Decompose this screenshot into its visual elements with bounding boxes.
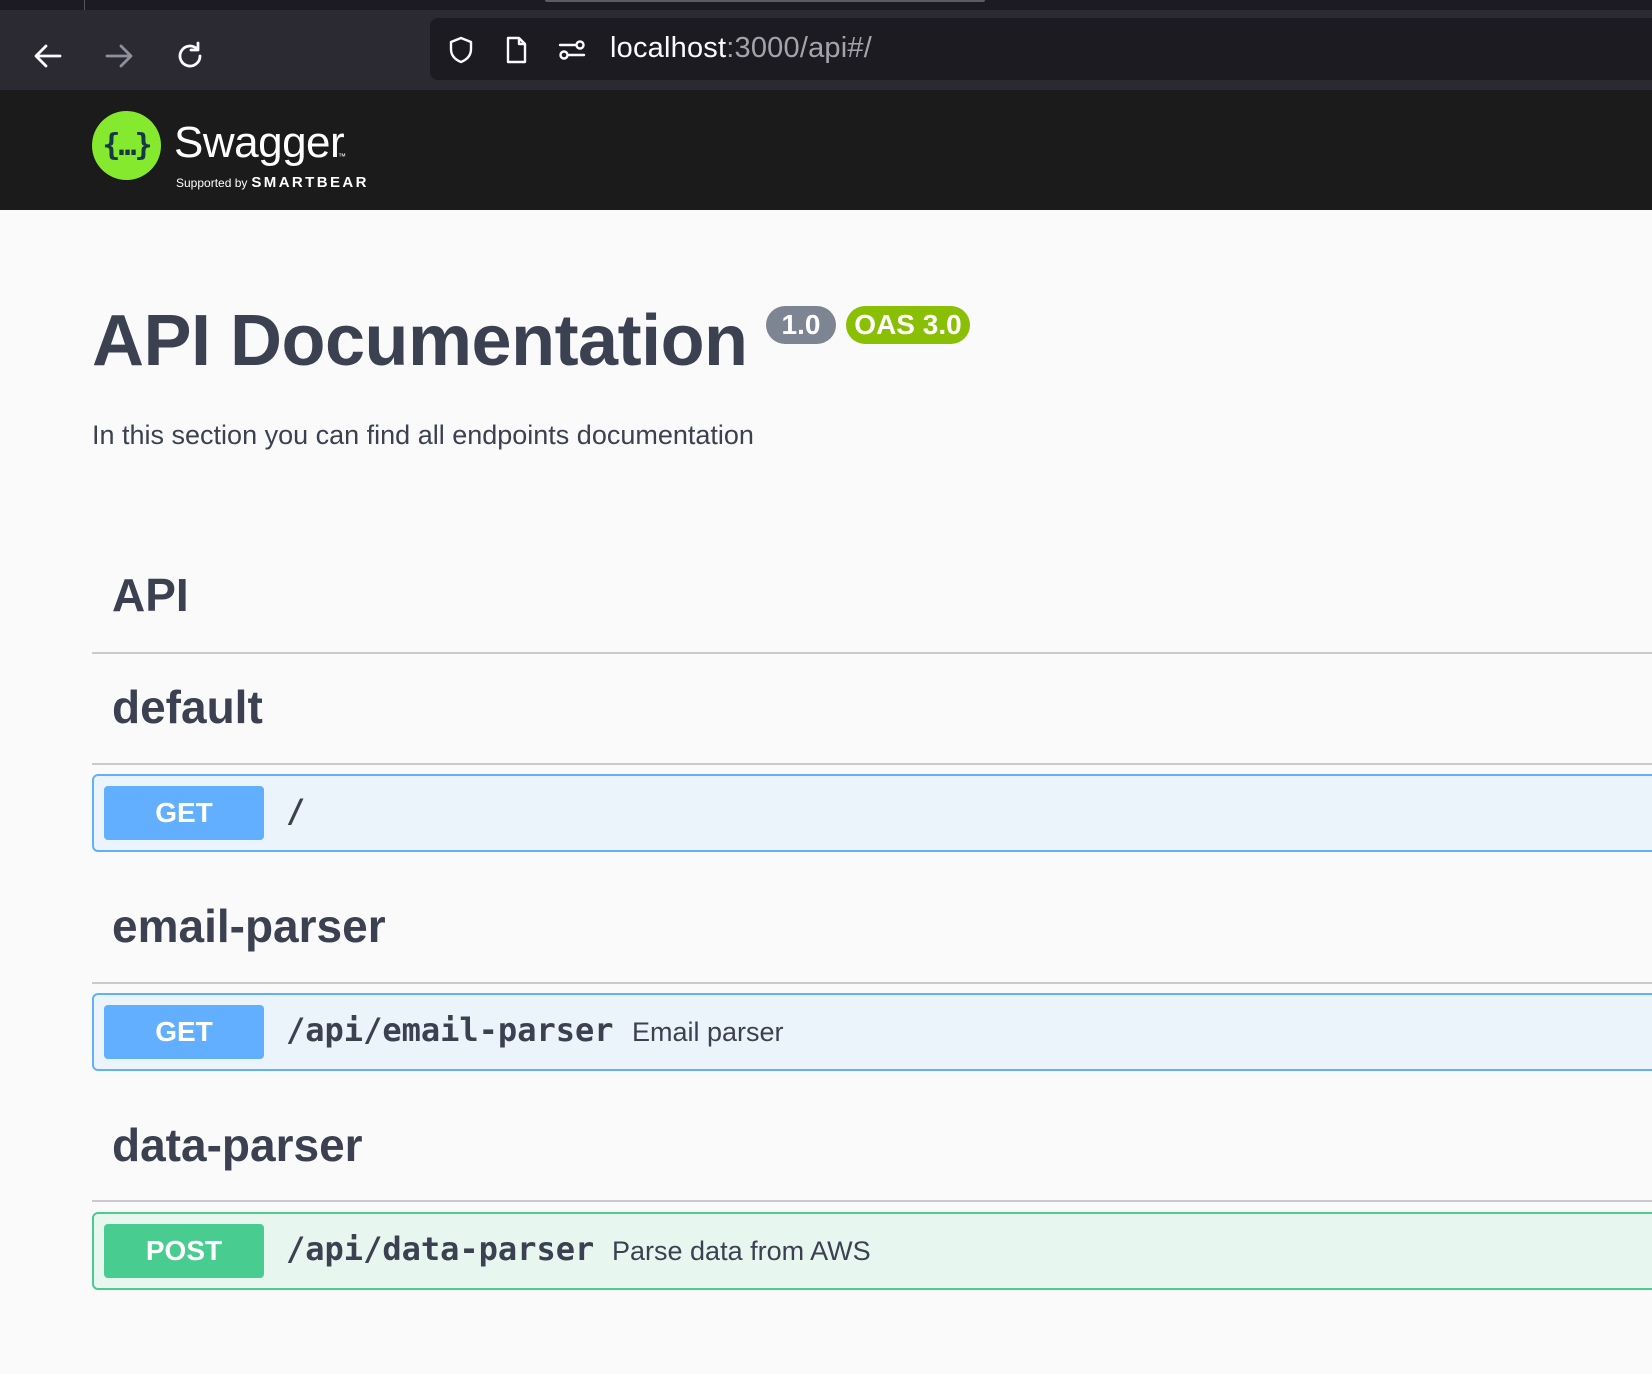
operation-path: /api/email-parser	[286, 1011, 614, 1049]
operation-path: /	[286, 792, 306, 830]
divider	[92, 763, 1652, 765]
shield-icon[interactable]	[446, 35, 476, 65]
method-badge: GET	[104, 1005, 264, 1059]
divider	[92, 1200, 1652, 1202]
version-badge: 1.0	[766, 306, 836, 344]
tab-strip	[0, 0, 1652, 10]
logo-subtitle: Supported by SMARTBEAR	[176, 174, 369, 192]
page-icon[interactable]	[501, 35, 531, 65]
logo-wordmark[interactable]: Swagger	[174, 118, 345, 168]
oas-badge: OAS 3.0	[846, 306, 970, 344]
divider	[92, 652, 1652, 654]
reload-button[interactable]	[168, 34, 212, 78]
logo-trademark: ™	[338, 152, 346, 161]
operation-get-email-parser[interactable]: GET /api/email-parser Email parser	[92, 993, 1652, 1071]
smartbear-brand: SMARTBEAR	[251, 174, 369, 191]
operation-path: /api/data-parser	[286, 1230, 595, 1268]
operation-post-data-parser[interactable]: POST /api/data-parser Parse data from AW…	[92, 1212, 1652, 1290]
permissions-icon[interactable]	[557, 35, 587, 65]
back-arrow-icon	[34, 44, 62, 68]
method-badge: POST	[104, 1224, 264, 1278]
reload-icon	[178, 41, 202, 68]
tab-separator	[84, 0, 85, 10]
swagger-logo-icon[interactable]: {…}	[92, 111, 161, 180]
logo-braces: {…}	[102, 128, 152, 163]
swagger-topbar: {…} Swagger ™ Supported by SMARTBEAR	[0, 90, 1652, 210]
tag-heading-data-parser[interactable]: data-parser	[112, 1118, 363, 1172]
url-text[interactable]: localhost:3000/api#/	[610, 32, 872, 65]
method-badge: GET	[104, 786, 264, 840]
tag-heading-default[interactable]: default	[112, 680, 263, 734]
url-bar[interactable]: localhost:3000/api#/	[430, 18, 1652, 80]
page-title: API Documentation	[92, 301, 748, 381]
divider	[92, 982, 1652, 984]
url-path: :3000/api#/	[726, 32, 872, 64]
supported-by-text: Supported by	[176, 176, 248, 190]
forward-button[interactable]	[97, 34, 141, 78]
active-tab[interactable]	[545, 0, 985, 2]
operation-summary: Email parser	[632, 1017, 784, 1047]
operation-get-root[interactable]: GET /	[92, 774, 1652, 852]
url-host: localhost	[610, 32, 727, 64]
browser-toolbar: localhost:3000/api#/	[0, 10, 1652, 90]
tag-heading-email-parser[interactable]: email-parser	[112, 899, 386, 953]
back-button[interactable]	[26, 34, 70, 78]
forward-arrow-icon	[105, 44, 133, 68]
api-heading: API	[112, 569, 189, 621]
page-description: In this section you can find all endpoin…	[92, 420, 754, 450]
operation-summary: Parse data from AWS	[612, 1236, 871, 1266]
